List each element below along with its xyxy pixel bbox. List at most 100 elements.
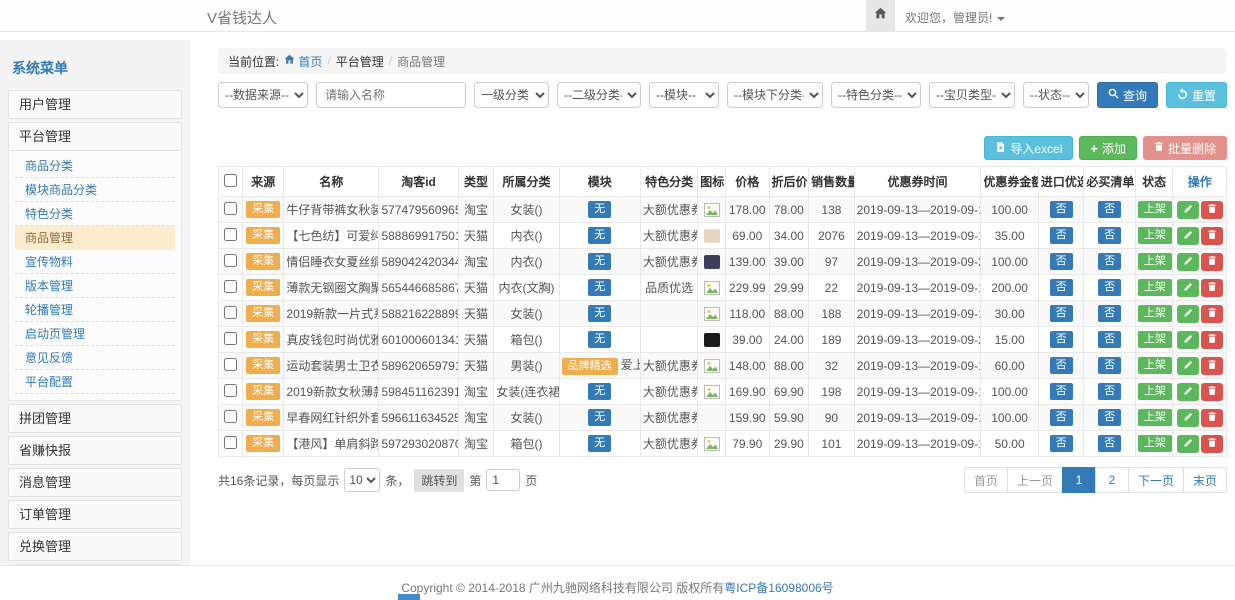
- row-checkbox[interactable]: [224, 358, 237, 371]
- edit-button[interactable]: [1177, 357, 1199, 375]
- edit-button[interactable]: [1177, 253, 1199, 271]
- name-search-input[interactable]: [316, 82, 466, 108]
- sidebar-group[interactable]: 平台管理: [8, 122, 182, 151]
- delete-button[interactable]: [1201, 201, 1223, 219]
- sidebar-group[interactable]: 兑换管理: [8, 532, 182, 561]
- must-buy-toggle[interactable]: 否: [1098, 253, 1121, 270]
- page-button[interactable]: 下一页: [1128, 467, 1184, 493]
- must-buy-toggle[interactable]: 否: [1098, 279, 1121, 296]
- status-toggle[interactable]: 上架: [1138, 253, 1172, 270]
- breadcrumb-home-link[interactable]: 首页: [284, 53, 322, 70]
- sidebar-group[interactable]: 省赚快报: [8, 436, 182, 465]
- delete-button[interactable]: [1201, 253, 1223, 271]
- import-select-toggle[interactable]: 否: [1050, 305, 1073, 322]
- edit-button[interactable]: [1177, 279, 1199, 297]
- sidebar-group[interactable]: 消息管理: [8, 468, 182, 497]
- must-buy-toggle[interactable]: 否: [1098, 357, 1121, 374]
- delete-button[interactable]: [1201, 357, 1223, 375]
- item-type-select[interactable]: --宝贝类型--: [929, 82, 1015, 108]
- page-button[interactable]: 1: [1062, 467, 1096, 493]
- icp-link[interactable]: 粤ICP备16098006号: [724, 581, 833, 595]
- level2-category-select[interactable]: --二级分类--: [557, 82, 641, 108]
- edit-button[interactable]: [1177, 331, 1199, 349]
- sidebar-group[interactable]: 拼团管理: [8, 404, 182, 433]
- sidebar-group[interactable]: 用户管理: [8, 90, 182, 119]
- row-checkbox[interactable]: [224, 384, 237, 397]
- level1-category-select[interactable]: 一级分类: [474, 82, 549, 108]
- status-toggle[interactable]: 上架: [1138, 201, 1172, 218]
- per-page-select[interactable]: 10: [344, 468, 380, 492]
- sidebar-item[interactable]: 启动页管理: [15, 322, 175, 346]
- import-select-toggle[interactable]: 否: [1050, 409, 1073, 426]
- import-select-toggle[interactable]: 否: [1050, 201, 1073, 218]
- delete-button[interactable]: [1201, 331, 1223, 349]
- sidebar-item[interactable]: 轮播管理: [15, 298, 175, 322]
- must-buy-toggle[interactable]: 否: [1098, 409, 1121, 426]
- import-select-toggle[interactable]: 否: [1050, 227, 1073, 244]
- delete-button[interactable]: [1201, 409, 1223, 427]
- row-checkbox[interactable]: [224, 228, 237, 241]
- must-buy-toggle[interactable]: 否: [1098, 435, 1121, 452]
- import-select-toggle[interactable]: 否: [1050, 383, 1073, 400]
- row-checkbox[interactable]: [224, 332, 237, 345]
- status-toggle[interactable]: 上架: [1138, 279, 1172, 296]
- status-toggle[interactable]: 上架: [1138, 331, 1172, 348]
- page-number-input[interactable]: [486, 469, 520, 491]
- must-buy-toggle[interactable]: 否: [1098, 383, 1121, 400]
- sidebar-item[interactable]: 意见反馈: [15, 346, 175, 370]
- import-select-toggle[interactable]: 否: [1050, 331, 1073, 348]
- jump-button[interactable]: 跳转到: [414, 469, 464, 492]
- edit-button[interactable]: [1177, 201, 1199, 219]
- row-checkbox[interactable]: [224, 280, 237, 293]
- sidebar-item[interactable]: 宣传物料: [15, 250, 175, 274]
- sidebar-group[interactable]: 订单管理: [8, 500, 182, 529]
- sidebar-item[interactable]: 特色分类: [15, 202, 175, 226]
- edit-button[interactable]: [1177, 409, 1199, 427]
- status-toggle[interactable]: 上架: [1138, 305, 1172, 322]
- add-button[interactable]: + 添加: [1079, 136, 1137, 160]
- source-filter-select[interactable]: --数据来源--: [218, 82, 308, 108]
- edit-button[interactable]: [1177, 435, 1199, 453]
- sidebar-item[interactable]: 模块商品分类: [15, 178, 175, 202]
- delete-button[interactable]: [1201, 383, 1223, 401]
- import-select-toggle[interactable]: 否: [1050, 357, 1073, 374]
- page-button[interactable]: 末页: [1183, 467, 1227, 493]
- sidebar-item[interactable]: 商品分类: [15, 154, 175, 178]
- page-button[interactable]: 上一页: [1007, 467, 1063, 493]
- page-button[interactable]: 2: [1095, 467, 1129, 493]
- sidebar-item[interactable]: 版本管理: [15, 274, 175, 298]
- batch-delete-button[interactable]: 批量删除: [1143, 136, 1227, 160]
- delete-button[interactable]: [1201, 279, 1223, 297]
- row-checkbox[interactable]: [224, 306, 237, 319]
- reset-button[interactable]: 重置: [1166, 82, 1227, 108]
- feature-category-select[interactable]: --特色分类--: [831, 82, 921, 108]
- select-all-checkbox[interactable]: [224, 174, 237, 187]
- page-button[interactable]: 首页: [964, 467, 1008, 493]
- delete-button[interactable]: [1201, 227, 1223, 245]
- edit-button[interactable]: [1177, 305, 1199, 323]
- sidebar-item[interactable]: 商品管理: [15, 226, 175, 250]
- must-buy-toggle[interactable]: 否: [1098, 331, 1121, 348]
- import-excel-button[interactable]: 导入excel: [984, 136, 1073, 160]
- edit-button[interactable]: [1177, 383, 1199, 401]
- sidebar-item[interactable]: 平台配置: [15, 370, 175, 394]
- delete-button[interactable]: [1201, 435, 1223, 453]
- delete-button[interactable]: [1201, 305, 1223, 323]
- must-buy-toggle[interactable]: 否: [1098, 227, 1121, 244]
- module-subcategory-select[interactable]: --模块下分类--: [727, 82, 823, 108]
- row-checkbox[interactable]: [224, 202, 237, 215]
- edit-button[interactable]: [1177, 227, 1199, 245]
- status-toggle[interactable]: 上架: [1138, 409, 1172, 426]
- status-toggle[interactable]: 上架: [1138, 227, 1172, 244]
- row-checkbox[interactable]: [224, 436, 237, 449]
- status-toggle[interactable]: 上架: [1138, 357, 1172, 374]
- import-select-toggle[interactable]: 否: [1050, 253, 1073, 270]
- import-select-toggle[interactable]: 否: [1050, 435, 1073, 452]
- row-checkbox[interactable]: [224, 410, 237, 423]
- user-menu[interactable]: 欢迎您，管理员!: [905, 9, 1005, 26]
- status-toggle[interactable]: 上架: [1138, 383, 1172, 400]
- import-select-toggle[interactable]: 否: [1050, 279, 1073, 296]
- home-button[interactable]: [866, 0, 895, 31]
- row-checkbox[interactable]: [224, 254, 237, 267]
- status-select[interactable]: --状态--: [1023, 82, 1089, 108]
